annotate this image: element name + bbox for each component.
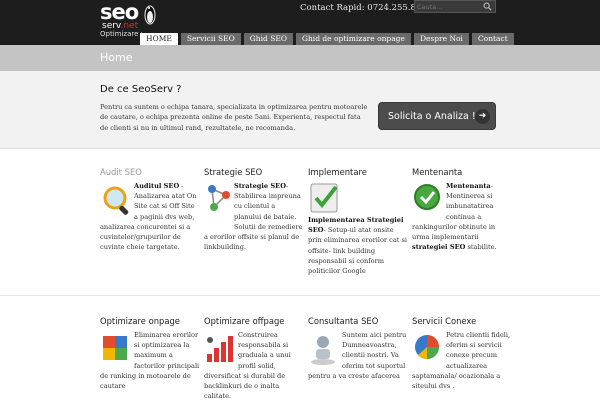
page: seo serv.net Optimizare site Contact Rap… [0, 0, 600, 400]
support-icon [311, 336, 335, 365]
search-input[interactable] [417, 2, 481, 12]
service-title[interactable]: Strategie SEO [204, 167, 302, 177]
service-title[interactable]: Implementare [308, 167, 406, 177]
pie-chart-icon [415, 335, 439, 360]
arrow-right-icon: ➜ [475, 109, 490, 124]
service-optimizare-offpage: Optimizare offpage Construirea responsab… [204, 316, 302, 400]
service-title[interactable]: Optimizare offpage [204, 316, 302, 326]
magnifier-icon [103, 186, 129, 215]
nav-servicii-seo[interactable]: Servicii SEO [180, 33, 241, 45]
contact-phone[interactable]: Contact Rapid: 0724.255.890 [300, 3, 427, 13]
service-title[interactable]: Consultanta SEO [308, 316, 406, 326]
checklist-icon [310, 183, 338, 213]
service-text: - Setup-ul atat onsite prin eliminarea e… [308, 226, 408, 276]
main-nav: HOME Servicii SEO Ghid SEO Ghid de optim… [140, 33, 514, 45]
service-bold: Strategie SEO [234, 182, 286, 190]
top-header: seo serv.net Optimizare site Contact Rap… [0, 0, 600, 45]
service-text-2: stabilite. [465, 243, 497, 252]
service-title[interactable]: Optimizare onpage [100, 316, 198, 326]
search-box [414, 0, 496, 13]
service-consultanta-seo: Consultanta SEO Suntem aici pentru Dumne… [308, 316, 406, 380]
service-bold: Auditul SEO [134, 182, 180, 190]
nav-home[interactable]: HOME [140, 33, 178, 45]
network-icon [208, 185, 230, 211]
service-title[interactable]: Servicii Conexe [412, 316, 510, 326]
service-title[interactable]: Audit SEO [100, 167, 198, 177]
nav-despre-noi[interactable]: Despre Noi [413, 33, 469, 45]
nav-ghid-onpage[interactable]: Ghid de optimizare onpage [295, 33, 411, 45]
page-title-bar: Home [0, 45, 600, 71]
divider [0, 295, 600, 296]
service-bold-2: strategiei SEO [412, 243, 466, 252]
bar-growth-icon [207, 336, 233, 362]
page-title: Home [100, 51, 133, 64]
intro-section: De ce SeoServ ? Pentru ca suntem o echip… [0, 71, 600, 149]
service-optimizare-onpage: Optimizare onpage Eliminarea erorilor si… [100, 316, 199, 390]
service-mentenanta: Mentenanta Mentenanta- Mentinerea si imb… [412, 167, 510, 251]
service-description: Implementarea Strategiei SEO- Setup-ul a… [308, 181, 408, 276]
nav-contact[interactable]: Contact [471, 33, 514, 45]
service-description: Eliminarea erorilor si optimizarea la ma… [100, 330, 200, 391]
service-description: Construirea responsabila si graduala a u… [204, 330, 304, 400]
tagline: Optimizare site [100, 30, 142, 38]
service-audit-seo: Audit SEO Auditul SEO - Analizarea atat … [100, 167, 198, 251]
intro-heading: De ce SeoServ ? [100, 84, 182, 95]
service-title[interactable]: Mentenanta [412, 167, 510, 177]
penguin-icon [144, 5, 156, 25]
service-strategie-seo: Strategie SEO Strategie SEO- Stabilirea … [204, 167, 303, 251]
nav-ghid-seo[interactable]: Ghid SEO [243, 33, 293, 45]
service-servicii-conexe: Servicii Conexe Petru clientii fideli, o… [412, 316, 510, 390]
cta-label: Solicita o Analiza ! [388, 111, 476, 122]
service-bold: Mentenanta [446, 182, 491, 190]
service-description: Auditul SEO - Analizarea atat On Site ca… [100, 181, 200, 252]
puzzle-icon [103, 336, 127, 360]
request-analysis-button[interactable]: Solicita o Analiza ! ➜ [378, 102, 496, 130]
search-icon[interactable] [483, 2, 492, 11]
service-description: Mentenanta- Mentinerea si imbunatatirea … [412, 181, 512, 252]
intro-text: Pentru ca suntem o echipa tanara, specia… [100, 103, 368, 132]
service-implementare: Implementare Implementarea Strategiei SE… [308, 167, 407, 275]
check-circle-icon [414, 184, 440, 210]
service-description: Suntem aici pentru Dumneavoastra, client… [308, 330, 408, 381]
service-description: Petru clientii fideli, oferim si servici… [412, 330, 512, 391]
service-description: Strategie SEO- Stabilirea impreuna cu cl… [204, 181, 304, 252]
